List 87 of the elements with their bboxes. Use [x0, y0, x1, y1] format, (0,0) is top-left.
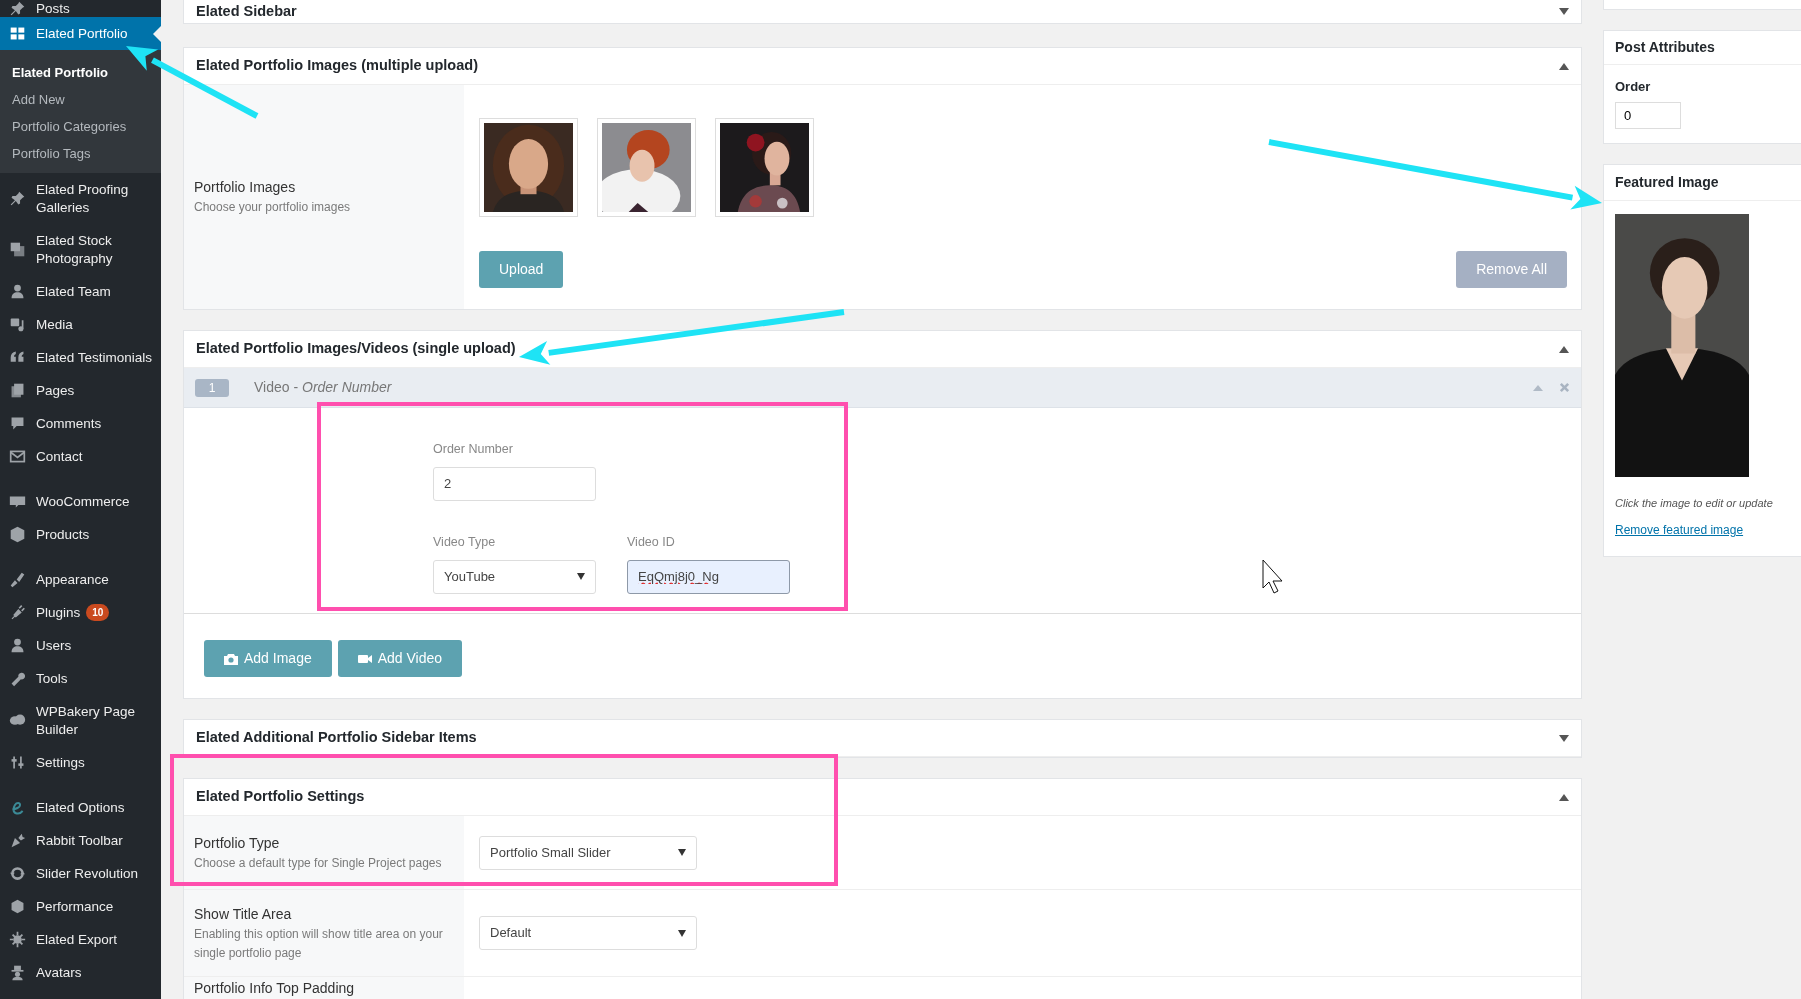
- grid-icon: [9, 25, 26, 42]
- panel-title: Elated Portfolio Images/Videos (single upload): [196, 339, 516, 359]
- item-number: 1: [195, 378, 229, 397]
- submenu-item[interactable]: Portfolio Categories: [0, 113, 161, 140]
- field-label: Order: [1615, 78, 1651, 96]
- menu-item[interactable]: Pages: [0, 374, 161, 407]
- menu-item[interactable]: Posts: [0, 0, 161, 17]
- panel-title: Post Attributes: [1604, 31, 1801, 65]
- menu-item[interactable]: Contact: [0, 440, 161, 473]
- close-icon: [1559, 382, 1570, 393]
- menu-item[interactable]: Elated Proofing Galleries: [0, 173, 161, 224]
- menu-item[interactable]: Plugins 10: [0, 596, 161, 629]
- option-label: Portfolio Info Top Padding: [194, 980, 356, 996]
- select-field[interactable]: Portfolio Small Slider: [479, 835, 697, 870]
- select-field[interactable]: YouTube: [433, 559, 596, 594]
- pin-icon: [9, 0, 26, 17]
- speech-bubble-icon: [9, 493, 26, 510]
- menu-item[interactable]: Elated Team: [0, 275, 161, 308]
- option-description: Enabling this option will show title area on your single portfolio page: [194, 925, 444, 962]
- menu-item[interactable]: Media: [0, 308, 161, 341]
- caret-down-icon: [577, 573, 585, 580]
- photos-icon: [9, 241, 26, 258]
- input-field[interactable]: 2: [433, 466, 596, 501]
- option-label: Portfolio Type: [194, 833, 281, 853]
- caret-down-icon: [678, 929, 686, 937]
- menu-item[interactable]: Elated Options: [0, 791, 161, 824]
- submenu-item[interactable]: Elated Portfolio: [0, 59, 161, 86]
- comment-icon: [9, 415, 26, 432]
- pages-icon: [9, 382, 26, 399]
- swirl-icon: [9, 799, 26, 816]
- menu-item[interactable]: Avatars: [0, 956, 161, 989]
- item-title: Video - Order Number: [254, 378, 392, 397]
- menu-item[interactable]: Users: [0, 629, 161, 662]
- menu-item[interactable]: Settings: [0, 746, 161, 779]
- menu-item[interactable]: Products: [0, 518, 161, 551]
- select-field[interactable]: Default: [479, 916, 697, 950]
- submenu-item[interactable]: Add New: [0, 86, 161, 113]
- field-label: Video ID: [627, 533, 676, 551]
- caret-down-icon: [678, 849, 686, 856]
- menu-item[interactable]: Slider Revolution: [0, 857, 161, 890]
- menu-item[interactable]: Elated Stock Photography: [0, 224, 161, 275]
- menu-item[interactable]: Rabbit Toolbar: [0, 824, 161, 857]
- order-field[interactable]: 0: [1615, 101, 1681, 129]
- menu-item[interactable]: WooCommerce: [0, 485, 161, 518]
- wrench-icon: [9, 670, 26, 687]
- menu-item[interactable]: Elated Export: [0, 923, 161, 956]
- image-caption: Click the image to edit or update: [1615, 495, 1774, 511]
- menu-item[interactable]: Elated Testimonials: [0, 341, 161, 374]
- caret-up-icon: [1533, 384, 1543, 391]
- menu-item[interactable]: Comments: [0, 407, 161, 440]
- gear-icon: [9, 931, 26, 948]
- panel-title: Featured Image: [1604, 164, 1801, 201]
- media-icon: [9, 316, 26, 333]
- menu-item[interactable]: Elated Portfolio: [0, 17, 161, 50]
- option-description: Choose a default type for Single Project pages: [194, 854, 443, 872]
- menu-item[interactable]: Appearance: [0, 563, 161, 596]
- refresh-icon: [9, 865, 26, 882]
- paintbrush-icon: [9, 571, 26, 588]
- panel-title: Elated Additional Portfolio Sidebar Items: [196, 728, 477, 748]
- panel-title: Elated Portfolio Images (multiple upload): [196, 56, 478, 76]
- sliders-icon: [9, 754, 26, 771]
- remove-image-link[interactable]: Remove featured image: [1615, 521, 1744, 539]
- menu-item[interactable]: Tools: [0, 662, 161, 695]
- cube-icon: [9, 898, 26, 915]
- camera-icon: [224, 652, 238, 665]
- mouse-cursor-icon: [1262, 559, 1283, 594]
- envelope-icon: [9, 448, 26, 465]
- plug-icon: [9, 604, 26, 621]
- carrot-icon: [9, 832, 26, 849]
- option-label: Portfolio Images: [194, 178, 297, 197]
- menu-item[interactable]: Performance: [0, 890, 161, 923]
- pin-icon: [9, 190, 26, 207]
- box-icon: [9, 526, 26, 543]
- option-description: Choose your portfolio images: [194, 199, 352, 216]
- update-count-badge: 10: [86, 604, 110, 621]
- input-field[interactable]: EqQmj8j0_Ng: [627, 559, 790, 594]
- person-icon: [9, 283, 26, 300]
- field-label: Video Type: [433, 533, 497, 551]
- option-label: Show Title Area: [194, 904, 293, 924]
- person-icon: [9, 637, 26, 654]
- hat-figure-icon: [9, 964, 26, 981]
- video-camera-icon: [357, 652, 372, 665]
- menu-item[interactable]: WPBakery Page Builder: [0, 695, 161, 746]
- panel-title: Elated Portfolio Settings: [196, 787, 365, 807]
- submenu-item[interactable]: Portfolio Tags: [0, 140, 161, 167]
- field-label: Order Number: [433, 441, 514, 458]
- panel-title: Elated Sidebar: [196, 1, 297, 21]
